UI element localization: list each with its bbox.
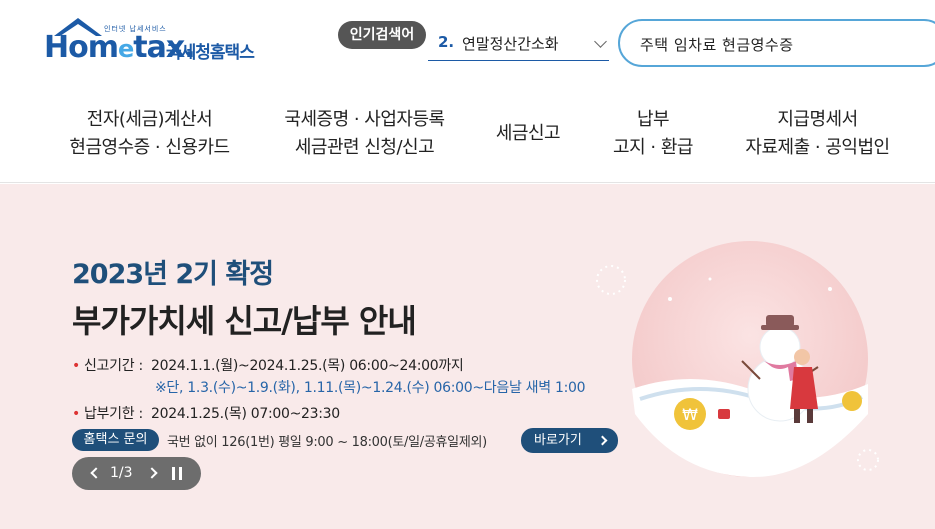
inquiry-text: 국번 없이 126(1번) 평일 9:00 ~ 18:00(토/일/공휴일제외) — [167, 435, 487, 450]
bullet-icon: • — [72, 358, 80, 374]
nav-e-invoice[interactable]: 전자(세금)계산서 현금영수증 · 신용카드 — [62, 106, 237, 162]
pause-button[interactable] — [172, 467, 182, 480]
popular-search-dropdown[interactable]: 2. 연말정산간소화 — [428, 23, 609, 61]
search-input-value: 주택 임차료 현금영수증 — [640, 36, 794, 54]
nav-tax-filing[interactable]: 세금신고 — [488, 120, 568, 148]
payment-deadline-label: 납부기한 : — [83, 406, 143, 422]
nav-e-invoice-line1: 전자(세금)계산서 — [86, 109, 213, 130]
snowflake-dots — [596, 265, 626, 295]
banner-title-line2: 부가가치세 신고/납부 안내 — [72, 302, 417, 340]
nav-payment-line2: 고지 · 환급 — [613, 137, 693, 158]
nav-payment[interactable]: 납부 고지 · 환급 — [603, 106, 703, 162]
filing-period-row: • 신고기간 : 2024.1.1.(월)~2024.1.25.(목) 06:00… — [72, 355, 464, 375]
search-input[interactable]: 주택 임차료 현금영수증 — [618, 19, 935, 67]
nav-certificates-line1: 국세증명 · 사업자등록 — [284, 109, 445, 130]
chevron-down-icon — [594, 35, 607, 48]
chevron-right-icon — [597, 435, 608, 446]
nav-statement-line2: 자료제출 · 공익법인 — [745, 137, 890, 158]
popular-term: 연말정산간소화 — [462, 35, 559, 53]
snowman-illustration: ₩ — [632, 241, 868, 478]
goto-button[interactable]: 바로가기 — [521, 428, 618, 453]
vat-banner: 2023년 2기 확정 부가가치세 신고/납부 안내 • 신고기간 : 2024.… — [0, 184, 935, 529]
nav-certificates[interactable]: 국세증명 · 사업자등록 세금관련 신청/신고 — [272, 106, 457, 162]
goto-button-label: 바로가기 — [534, 433, 582, 448]
slide-counter: 1/3 — [110, 465, 133, 481]
bullet-icon: • — [72, 406, 80, 422]
prev-slide-button[interactable] — [90, 467, 102, 479]
inquiry-badge: 홈택스 문의 — [72, 429, 159, 451]
filing-period-label: 신고기간 : — [83, 358, 143, 374]
banner-title-line1: 2023년 2기 확정 — [72, 259, 274, 290]
filing-period-note: ※단, 1.3.(수)~1.9.(화), 1.11.(목)~1.24.(수) 0… — [155, 380, 586, 396]
filing-period-value: 2024.1.1.(월)~2024.1.25.(목) 06:00~24:00까지 — [151, 358, 464, 374]
payment-deadline-value: 2024.1.25.(목) 07:00~23:30 — [151, 406, 340, 422]
nav-e-invoice-line2: 현금영수증 · 신용카드 — [69, 137, 230, 158]
banner-pager: 1/3 — [72, 457, 201, 490]
logo-korean-name: 국세청홈택스 — [166, 43, 255, 63]
nav-payment-statement[interactable]: 지급명세서 자료제출 · 공익법인 — [735, 106, 900, 162]
nav-certificates-line2: 세금관련 신청/신고 — [294, 137, 435, 158]
nav-statement-line1: 지급명세서 — [777, 109, 858, 130]
next-slide-button[interactable] — [146, 467, 158, 479]
header: 인터넷 납세서비스 Hometax. 국세청홈택스 인기검색어 2. 연말정산간… — [0, 0, 935, 183]
hometax-logo[interactable]: 인터넷 납세서비스 Hometax. 국세청홈택스 — [44, 16, 274, 74]
svg-text:₩: ₩ — [682, 405, 698, 424]
payment-deadline-row: • 납부기한 : 2024.1.25.(목) 07:00~23:30 — [72, 403, 340, 423]
nav-payment-line1: 납부 — [636, 109, 670, 130]
nav-tax-filing-label: 세금신고 — [495, 123, 561, 144]
popular-search-badge: 인기검색어 — [338, 21, 426, 49]
popular-rank: 2. — [438, 33, 455, 51]
snowflake-dots — [857, 449, 879, 471]
